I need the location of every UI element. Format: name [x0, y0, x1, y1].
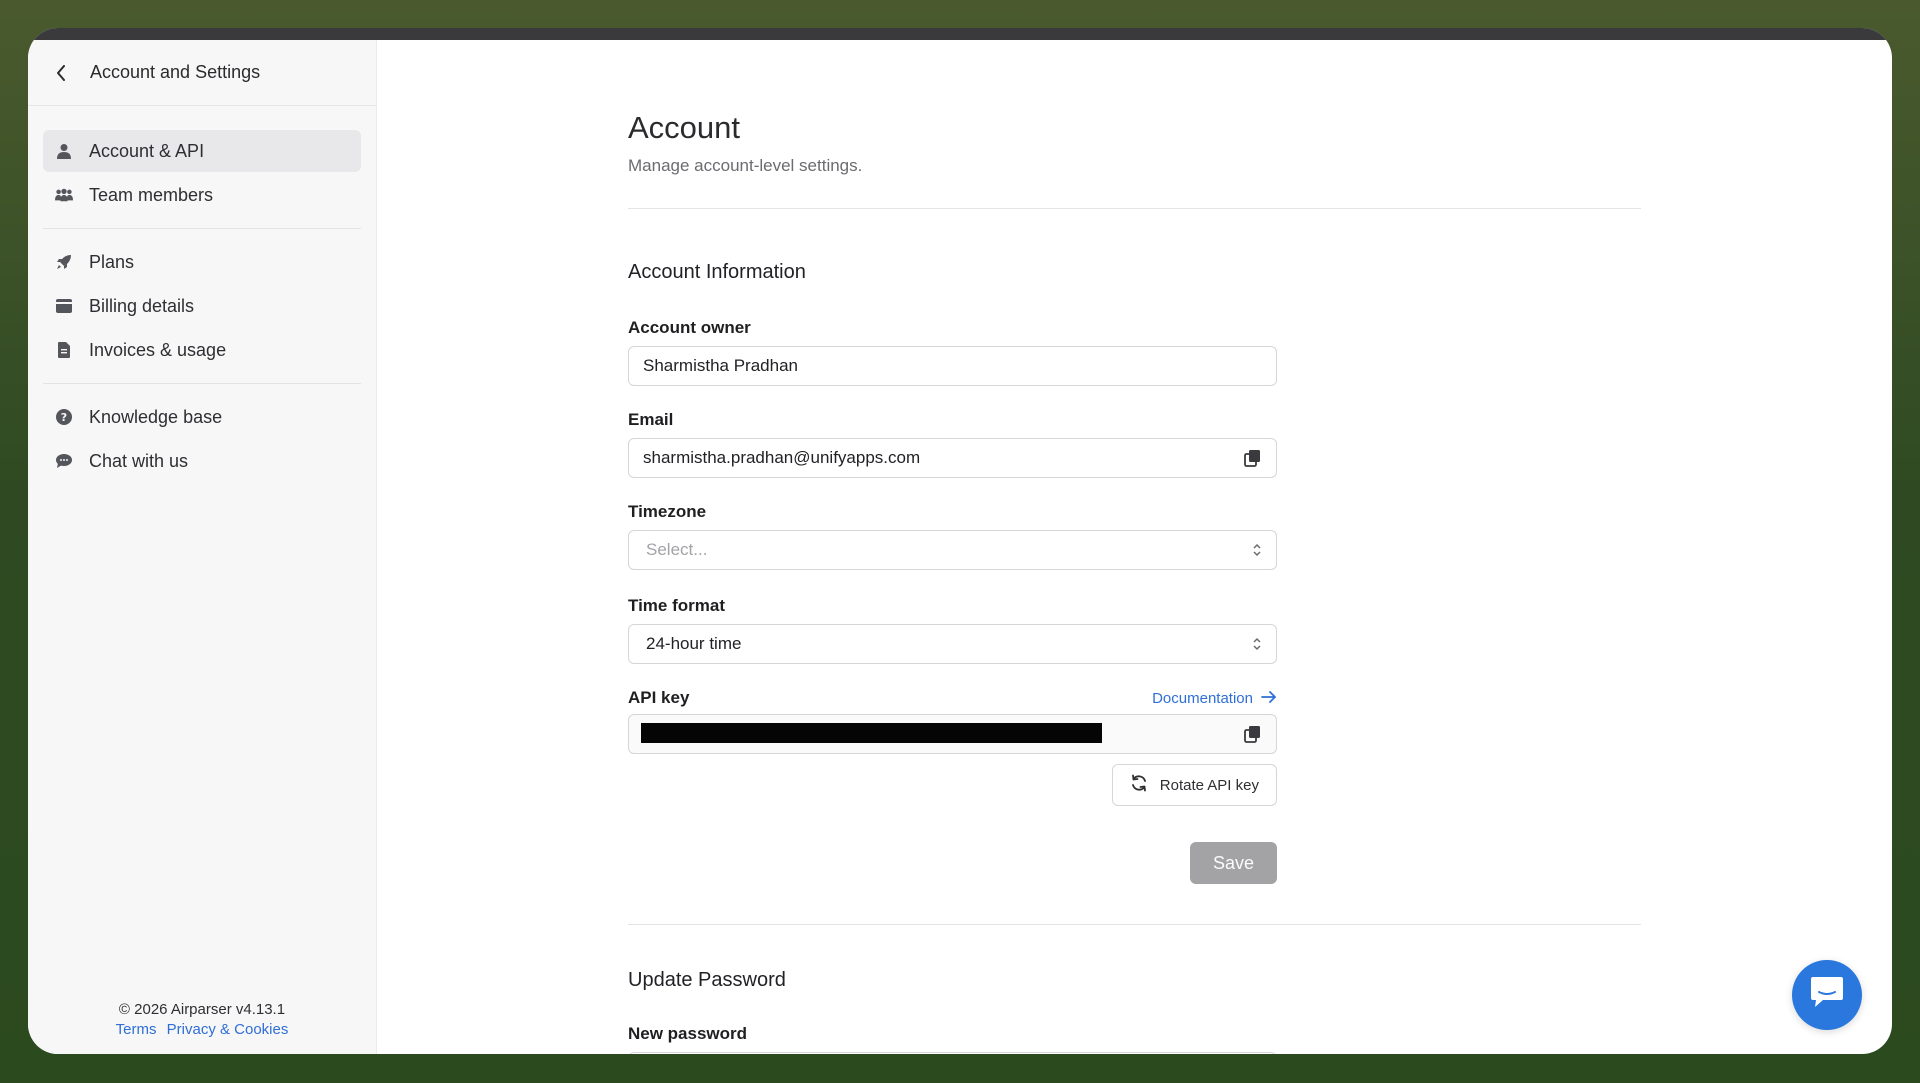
copy-icon[interactable]	[1244, 449, 1262, 467]
user-icon	[55, 142, 73, 160]
sidebar-item-team-members[interactable]: Team members	[43, 174, 361, 216]
email-value: sharmistha.pradhan@unifyapps.com	[643, 448, 921, 467]
copyright-text: © 2026 Airparser v4.13.1	[118, 1001, 286, 1018]
chat-bubble-icon	[1807, 976, 1847, 1015]
api-key-redacted	[641, 723, 1102, 743]
rotate-api-key-label: Rotate API key	[1159, 776, 1259, 794]
divider	[628, 208, 1641, 209]
window-top-bar	[28, 28, 1892, 40]
sidebar-header: Account and Settings	[28, 40, 376, 106]
sidebar-item-plans[interactable]: Plans	[43, 241, 361, 283]
sidebar-item-label: Billing details	[89, 295, 195, 316]
api-key-header: API key Documentation	[628, 688, 1277, 708]
chevron-left-icon[interactable]	[52, 64, 70, 82]
api-key-label: API key	[628, 688, 690, 707]
api-key-field[interactable]	[628, 714, 1277, 754]
copy-icon[interactable]	[1244, 725, 1262, 743]
question-circle-icon: ?	[55, 408, 73, 426]
email-label: Email	[628, 410, 674, 429]
rotate-api-key-button[interactable]: Rotate API key	[1111, 764, 1277, 806]
time-format-label: Time format	[628, 596, 725, 615]
sidebar-item-label: Account & API	[89, 140, 205, 161]
refresh-icon	[1130, 774, 1148, 796]
privacy-link[interactable]: Privacy & Cookies	[167, 1021, 289, 1038]
page-subtitle: Manage account-level settings.	[628, 156, 863, 175]
account-owner-label: Account owner	[628, 318, 751, 337]
sidebar-divider	[43, 383, 361, 384]
sidebar-item-invoices-usage[interactable]: Invoices & usage	[43, 329, 361, 371]
save-button[interactable]: Save	[1190, 842, 1277, 884]
section-title-account-information: Account Information	[628, 261, 806, 283]
chat-icon	[55, 452, 73, 470]
section-title-update-password: Update Password	[628, 969, 786, 991]
time-format-select[interactable]: 24-hour time	[628, 624, 1277, 664]
chevron-up-down-icon	[1252, 637, 1262, 651]
sidebar-divider	[43, 228, 361, 229]
rotate-row: Rotate API key	[628, 764, 1277, 806]
time-format-value: 24-hour time	[646, 634, 742, 653]
team-icon	[55, 186, 73, 204]
sidebar-item-account-api[interactable]: Account & API	[43, 130, 361, 172]
sidebar-group-help: ? Knowledge base Chat with us	[28, 396, 376, 482]
chat-widget-button[interactable]	[1792, 960, 1862, 1030]
sidebar-footer: © 2026 Airparser v4.13.1 Terms Privacy &…	[28, 1000, 376, 1040]
main-content: Account Manage account-level settings. A…	[628, 40, 1641, 1054]
sidebar-item-billing-details[interactable]: Billing details	[43, 285, 361, 327]
rocket-icon	[55, 253, 73, 271]
chevron-up-down-icon	[1252, 543, 1262, 557]
timezone-select[interactable]: Select...	[628, 530, 1277, 570]
sidebar-item-label: Team members	[89, 184, 214, 205]
timezone-label: Timezone	[628, 502, 707, 521]
page-title: Account	[628, 110, 741, 145]
sidebar-item-chat-with-us[interactable]: Chat with us	[43, 440, 361, 482]
new-password-label: New password	[628, 1024, 748, 1043]
sidebar-group-billing: Plans Billing details Invoices & usage	[28, 241, 376, 371]
sidebar-item-label: Plans	[89, 251, 135, 272]
sidebar-item-label: Invoices & usage	[89, 339, 227, 360]
sidebar-item-label: Chat with us	[89, 450, 189, 471]
arrow-right-icon	[1261, 690, 1277, 707]
account-owner-value: Sharmistha Pradhan	[643, 356, 798, 375]
sidebar-item-label: Knowledge base	[89, 406, 223, 427]
documentation-link[interactable]: Documentation	[1152, 690, 1277, 707]
file-icon	[55, 341, 73, 359]
wallet-icon	[55, 297, 73, 315]
sidebar-item-knowledge-base[interactable]: ? Knowledge base	[43, 396, 361, 438]
save-row: Save	[628, 842, 1277, 884]
app-window: Account and Settings Account & API Team …	[28, 28, 1892, 1054]
account-owner-input[interactable]: Sharmistha Pradhan	[628, 346, 1277, 386]
terms-link[interactable]: Terms	[116, 1021, 157, 1038]
email-field[interactable]: sharmistha.pradhan@unifyapps.com	[628, 438, 1277, 478]
divider	[628, 924, 1641, 925]
sidebar-title: Account and Settings	[90, 62, 261, 82]
new-password-input[interactable]	[628, 1052, 1277, 1054]
sidebar-group-account: Account & API Team members	[28, 130, 376, 216]
svg-text:?: ?	[61, 411, 67, 424]
timezone-placeholder: Select...	[646, 540, 708, 559]
sidebar: Account and Settings Account & API Team …	[28, 40, 377, 1054]
documentation-link-text: Documentation	[1152, 689, 1253, 707]
